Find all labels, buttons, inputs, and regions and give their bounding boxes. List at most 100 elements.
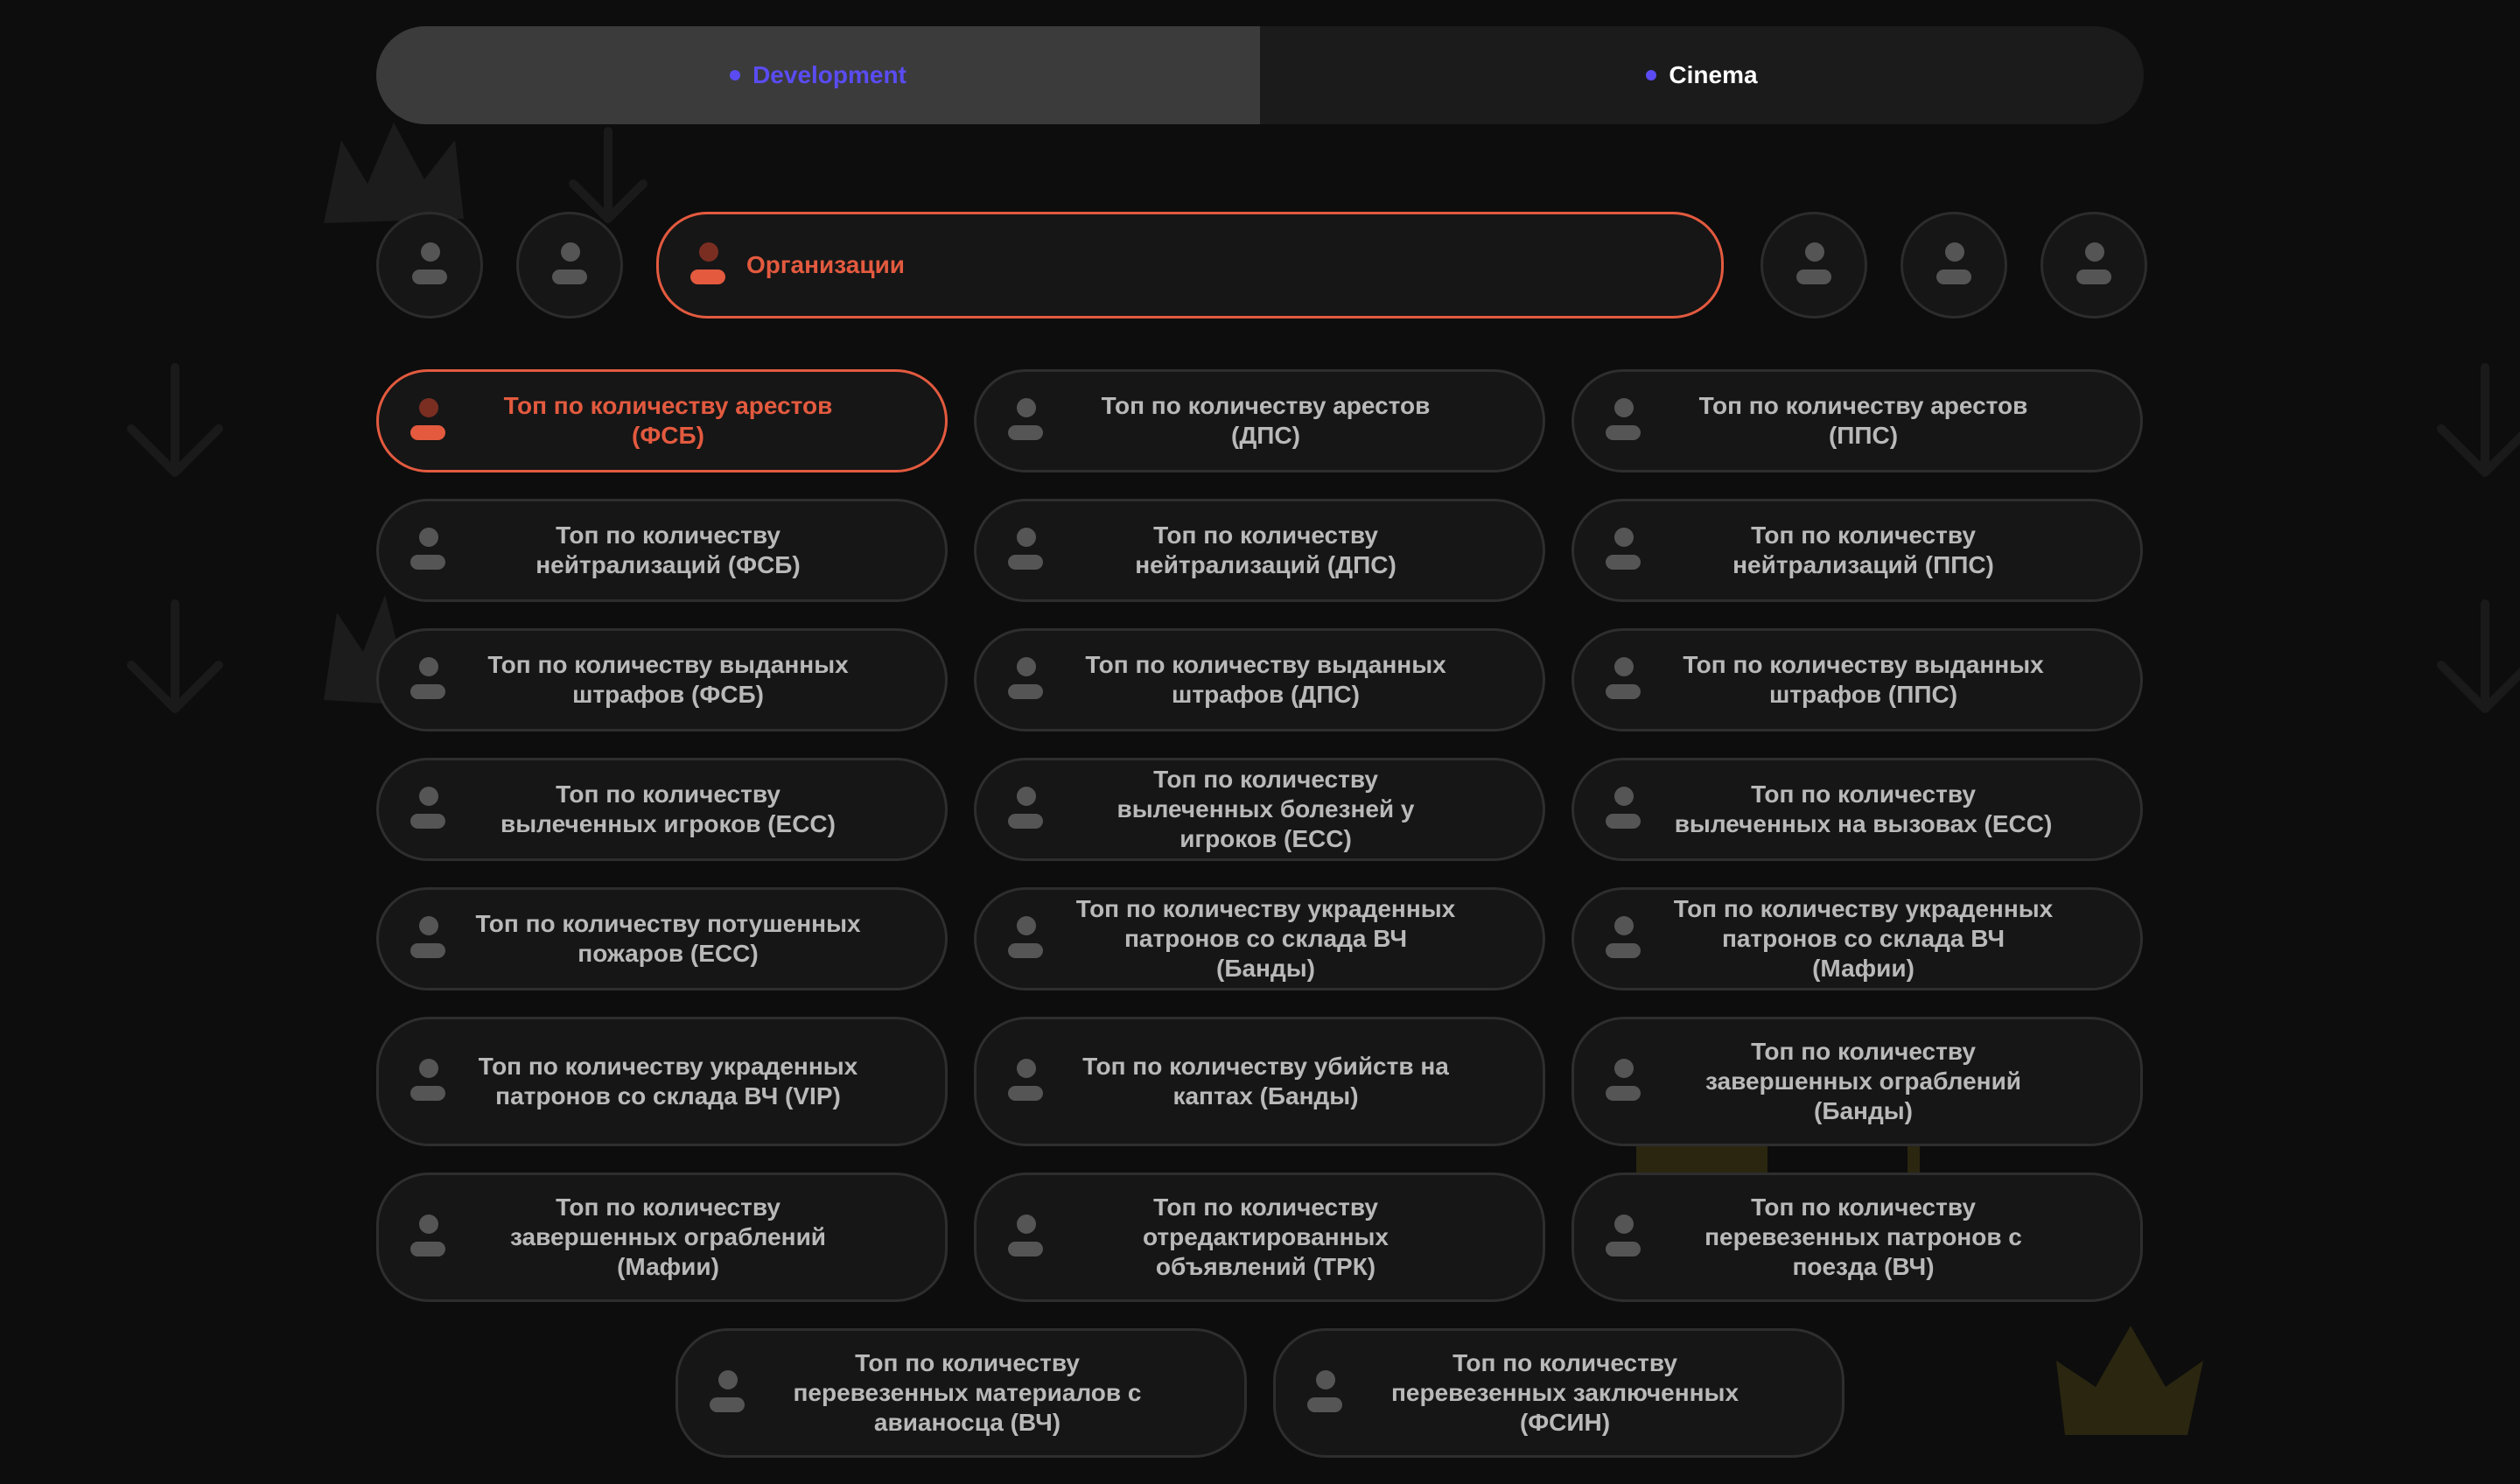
ranking-card[interactable]: Топ по количеству выданных штрафов (ФСБ)	[376, 628, 948, 732]
person-icon	[1935, 242, 1973, 288]
ranking-label: Топ по количеству украденных патронов со…	[478, 1053, 858, 1110]
ranking-label: Топ по количеству перевезенных патронов …	[1704, 1194, 2022, 1280]
person-icon	[409, 657, 447, 703]
ranking-label: Топ по количеству вылеченных болезней у …	[1116, 766, 1415, 852]
person-icon	[689, 242, 727, 288]
category-organizations[interactable]: Организации	[656, 212, 1724, 318]
person-icon	[409, 398, 447, 444]
rankings-row: Топ по количеству украденных патронов со…	[376, 1017, 2144, 1146]
category-button[interactable]	[1900, 212, 2007, 318]
person-icon	[1006, 528, 1045, 573]
ranking-card[interactable]: Топ по количеству выданных штрафов (ДПС)	[974, 628, 1545, 732]
rankings-row: Топ по количеству вылеченных игроков (ЕС…	[376, 758, 2144, 861]
ranking-card[interactable]: Топ по количеству перевезенных заключенн…	[1273, 1328, 1844, 1458]
ranking-label: Топ по количеству выданных штрафов (ДПС)	[1085, 651, 1446, 708]
ranking-label: Топ по количеству арестов (ППС)	[1698, 392, 2028, 449]
category-button[interactable]	[376, 212, 483, 318]
tab-development[interactable]: Development	[376, 26, 1260, 124]
ranking-label: Топ по количеству перевезенных заключенн…	[1390, 1349, 1740, 1436]
person-icon	[708, 1370, 746, 1416]
ranking-card[interactable]: Топ по количеству арестов (ФСБ)	[376, 369, 948, 472]
arrow-down-icon	[2437, 363, 2520, 477]
rankings-row: Топ по количеству арестов (ФСБ) Топ по к…	[376, 369, 2144, 472]
ranking-label: Топ по количеству потушенных пожаров (ЕС…	[475, 910, 861, 967]
category-button[interactable]	[2040, 212, 2147, 318]
ranking-card[interactable]: Топ по количеству вылеченных болезней у …	[974, 758, 1545, 861]
ranking-card[interactable]: Топ по количеству украденных патронов со…	[1572, 887, 2143, 990]
person-icon	[2075, 242, 2113, 288]
arrow-down-icon	[2437, 599, 2520, 713]
ranking-card[interactable]: Топ по количеству перевезенных патронов …	[1572, 1172, 2143, 1302]
rankings-row: Топ по количеству потушенных пожаров (ЕС…	[376, 887, 2144, 990]
ranking-card[interactable]: Топ по количеству украденных патронов со…	[974, 887, 1545, 990]
person-icon	[1006, 916, 1045, 962]
rankings-grid: Топ по количеству арестов (ФСБ) Топ по к…	[376, 369, 2144, 1484]
person-icon	[1306, 1370, 1344, 1416]
person-icon	[1604, 787, 1642, 832]
category-button[interactable]	[1760, 212, 1867, 318]
ranking-label: Топ по количеству украденных патронов со…	[1075, 895, 1456, 982]
person-icon	[1006, 1214, 1045, 1260]
person-icon	[409, 916, 447, 962]
person-icon	[409, 1059, 447, 1104]
server-tabs: Development Cinema	[376, 26, 2144, 124]
person-icon	[1604, 528, 1642, 573]
ranking-card[interactable]: Топ по количеству украденных патронов со…	[376, 1017, 948, 1146]
dot-icon	[1646, 70, 1657, 80]
ranking-card[interactable]: Топ по количеству завершенных ограблений…	[376, 1172, 948, 1302]
ranking-label: Топ по количеству вылеченных на вызовах …	[1674, 780, 2053, 837]
ranking-label: Топ по количеству завершенных ограблений…	[1704, 1038, 2021, 1124]
ranking-card[interactable]: Топ по количеству завершенных ограблений…	[1572, 1017, 2143, 1146]
category-button[interactable]	[516, 212, 623, 318]
person-icon	[409, 528, 447, 573]
rankings-page: Development Cinema Организации Топ по ко…	[0, 0, 2520, 1484]
ranking-card[interactable]: Топ по количеству вылеченных игроков (ЕС…	[376, 758, 948, 861]
ranking-label: Топ по количеству украденных патронов со…	[1673, 895, 2054, 982]
dot-icon	[730, 70, 741, 80]
person-icon	[1604, 657, 1642, 703]
arrow-down-icon	[127, 363, 223, 477]
person-icon	[1006, 657, 1045, 703]
ranking-card[interactable]: Топ по количеству выданных штрафов (ППС)	[1572, 628, 2143, 732]
category-label: Организации	[746, 251, 906, 278]
person-icon	[1604, 916, 1642, 962]
person-icon	[409, 1214, 447, 1260]
ranking-label: Топ по количеству арестов (ДПС)	[1101, 392, 1431, 449]
tab-label: Cinema	[1669, 61, 1758, 88]
ranking-label: Топ по количеству перевезенных материало…	[793, 1349, 1142, 1436]
ranking-label: Топ по количеству вылеченных игроков (ЕС…	[500, 780, 836, 837]
ranking-card[interactable]: Топ по количеству потушенных пожаров (ЕС…	[376, 887, 948, 990]
ranking-card[interactable]: Топ по количеству нейтрализаций (ППС)	[1572, 499, 2143, 602]
rankings-row: Топ по количеству выданных штрафов (ФСБ)…	[376, 628, 2144, 732]
rankings-row: Топ по количеству нейтрализаций (ФСБ) То…	[376, 499, 2144, 602]
ranking-card[interactable]: Топ по количеству вылеченных на вызовах …	[1572, 758, 2143, 861]
person-icon	[1006, 787, 1045, 832]
person-icon	[410, 242, 449, 288]
ranking-label: Топ по количеству отредактированных объя…	[1142, 1194, 1389, 1280]
person-icon	[1006, 398, 1045, 444]
ranking-card[interactable]: Топ по количеству убийств на каптах (Бан…	[974, 1017, 1545, 1146]
ranking-label: Топ по количеству нейтрализаций (ФСБ)	[536, 522, 801, 578]
rankings-row: Топ по количеству завершенных ограблений…	[376, 1172, 2144, 1302]
ranking-label: Топ по количеству выданных штрафов (ФСБ)	[487, 651, 849, 708]
person-icon	[550, 242, 589, 288]
ranking-label: Топ по количеству нейтрализаций (ППС)	[1732, 522, 1994, 578]
ranking-card[interactable]: Топ по количеству перевезенных материало…	[676, 1328, 1247, 1458]
rankings-row: Топ по количеству перевезенных материало…	[376, 1328, 2144, 1458]
ranking-label: Топ по количеству нейтрализаций (ДПС)	[1135, 522, 1396, 578]
tab-label: Development	[752, 61, 906, 88]
person-icon	[1604, 398, 1642, 444]
person-icon	[1604, 1214, 1642, 1260]
crown-icon	[324, 122, 464, 223]
ranking-card[interactable]: Топ по количеству арестов (ДПС)	[974, 369, 1545, 472]
ranking-card[interactable]: Топ по количеству нейтрализаций (ФСБ)	[376, 499, 948, 602]
ranking-label: Топ по количеству выданных штрафов (ППС)	[1683, 651, 2044, 708]
person-icon	[1604, 1059, 1642, 1104]
arrow-down-icon	[127, 599, 223, 713]
ranking-label: Топ по количеству арестов (ФСБ)	[503, 392, 833, 449]
tab-cinema[interactable]: Cinema	[1260, 26, 2144, 124]
person-icon	[409, 787, 447, 832]
ranking-card[interactable]: Топ по количеству нейтрализаций (ДПС)	[974, 499, 1545, 602]
ranking-card[interactable]: Топ по количеству отредактированных объя…	[974, 1172, 1545, 1302]
ranking-card[interactable]: Топ по количеству арестов (ППС)	[1572, 369, 2143, 472]
